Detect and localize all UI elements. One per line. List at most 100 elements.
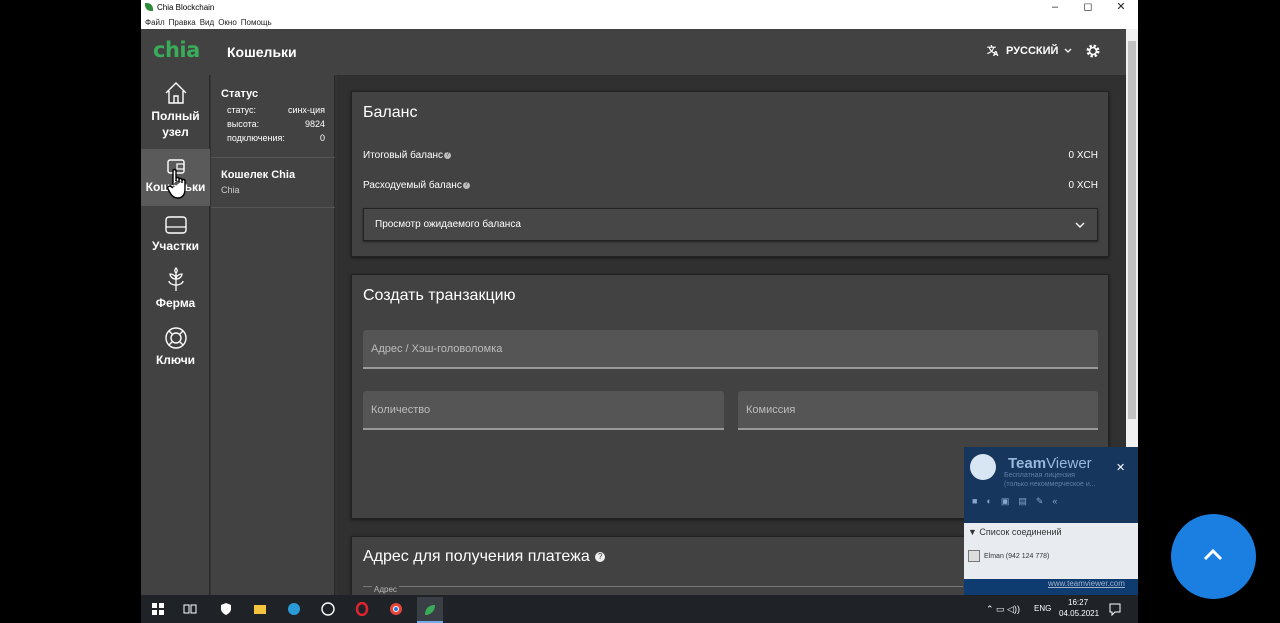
nav-label: Ключи — [155, 353, 196, 367]
receive-title: Адрес для получения платежа ? — [363, 548, 606, 566]
svg-text:A: A — [993, 50, 999, 57]
chevron-down-icon — [1064, 48, 1072, 53]
chia-logo: chia — [153, 38, 200, 62]
translate-icon: 文A — [987, 44, 999, 57]
teamviewer-close-icon[interactable]: ✕ — [1116, 461, 1125, 474]
app-icon[interactable] — [321, 602, 335, 616]
fee-input[interactable]: Комиссия — [738, 391, 1098, 430]
help-icon[interactable]: ? — [595, 551, 606, 562]
divider — [211, 157, 335, 158]
teamviewer-header: TeamViewer Бесплатная лицензия (только не… — [964, 447, 1138, 523]
spendable-balance-row: Расходуемый баланс? 0 XCH — [363, 180, 1098, 191]
nav-farm[interactable]: Ферма — [141, 267, 210, 321]
chrome-browser-icon[interactable] — [389, 602, 403, 616]
language-label: РУССКИЙ — [1006, 44, 1059, 57]
sprout-icon — [167, 267, 184, 291]
clock-date[interactable]: 04.05.2021 — [1059, 609, 1099, 618]
app-header: chia Кошельки 文A РУССКИЙ — [141, 29, 1126, 75]
close-button[interactable]: ✕ — [1107, 0, 1135, 16]
input-language[interactable]: ENG — [1034, 604, 1051, 613]
nav-plots[interactable]: Участки — [141, 214, 210, 264]
teamviewer-toolbar[interactable]: ■◐▣▤✎« — [972, 496, 1066, 507]
divider — [211, 207, 335, 208]
home-icon — [165, 82, 186, 104]
amount-placeholder: Количество — [371, 404, 431, 416]
notifications-icon[interactable] — [1108, 602, 1122, 616]
chevron-up-icon — [1203, 548, 1223, 561]
nav-label: Ферма — [155, 296, 196, 310]
pending-balance-expander[interactable]: Просмотр ожидаемого баланса — [363, 208, 1098, 241]
teamviewer-connection-list: ▼ Список соединений Elman (942 124 778) — [964, 523, 1138, 579]
chevron-down-icon — [1075, 222, 1085, 228]
balance-title: Баланс — [363, 104, 418, 121]
pending-balance-label: Просмотр ожидаемого баланса — [375, 219, 521, 230]
taskbar-active-app[interactable] — [417, 597, 443, 623]
wallet-item-name[interactable]: Кошелек Chia — [221, 169, 295, 181]
teamviewer-panel: TeamViewer Бесплатная лицензия (только не… — [964, 447, 1138, 595]
file-explorer-icon[interactable] — [253, 602, 267, 616]
scroll-to-top-button[interactable] — [1171, 514, 1256, 599]
tray-icons[interactable]: ⌃ ▭ ◁)) — [986, 604, 1020, 615]
fee-placeholder: Комиссия — [746, 404, 796, 416]
balance-card: Баланс Итоговый баланс? 0 XCH Расходуемы… — [351, 91, 1109, 257]
total-balance-value: 0 XCH — [1068, 150, 1098, 161]
task-view-icon[interactable] — [183, 602, 197, 616]
amount-input[interactable]: Количество — [363, 391, 724, 430]
teamviewer-logo-icon — [970, 454, 996, 480]
teamviewer-link[interactable]: www.teamviewer.com — [1048, 579, 1125, 588]
app-window: Chia Blockchain – ◻ ✕ Файл Правка Вид Окно П… — [141, 0, 1138, 623]
connection-entry[interactable]: Elman (942 124 778) — [984, 553, 1049, 560]
nav-full-node[interactable]: Полный узел — [141, 80, 210, 142]
help-icon[interactable]: ? — [462, 181, 470, 189]
status-row: подключения: 0 — [227, 133, 325, 143]
gear-icon[interactable] — [1085, 43, 1101, 59]
nav-keys[interactable]: Ключи — [141, 326, 210, 380]
status-row: статус: синх-ция — [227, 105, 325, 115]
transaction-title: Создать транзакцию — [363, 287, 516, 304]
total-balance-label: Итоговый баланс — [363, 150, 444, 161]
chia-app-icon — [425, 605, 435, 615]
hdd-icon — [164, 216, 187, 234]
security-shield-icon[interactable] — [219, 602, 233, 616]
window-titlebar: Chia Blockchain – ◻ ✕ — [141, 0, 1138, 16]
status-heading: Статус — [221, 88, 259, 100]
address-placeholder: Адрес / Хэш-головоломка — [371, 343, 503, 355]
menu-view[interactable]: Вид — [200, 16, 214, 29]
vertical-scrollbar[interactable] — [1126, 29, 1138, 447]
menu-window[interactable]: Окно — [218, 16, 237, 29]
windows-taskbar: ⌃ ▭ ◁)) ENG 16:27 04.05.2021 — [141, 595, 1138, 623]
user-icon — [968, 550, 980, 562]
menu-file[interactable]: Файл — [145, 16, 165, 29]
chia-leaf-icon — [145, 3, 153, 11]
sidebar-nav: Полный узел Кошельки Участки Ферма Ключи — [141, 75, 210, 595]
address-field-label: Адрес — [372, 585, 399, 594]
scrollbar-thumb[interactable] — [1128, 41, 1136, 419]
lifebuoy-icon — [164, 327, 187, 349]
wallet-item-type: Chia — [221, 185, 240, 195]
address-field-outline — [363, 586, 963, 587]
teamviewer-license: Бесплатная лицензия (только некоммерческо… — [1004, 472, 1096, 488]
nav-label: Участки — [151, 239, 200, 253]
language-selector[interactable]: 文A РУССКИЙ — [987, 44, 1072, 57]
menu-help[interactable]: Помощь — [241, 16, 272, 29]
connection-list-title: ▼ Список соединений — [968, 527, 1062, 537]
teamviewer-name: TeamViewer — [1008, 455, 1092, 472]
page-title: Кошельки — [227, 44, 297, 60]
wallet-list: Статус статус: синх-ция высота: 9824 подкл… — [211, 75, 335, 595]
status-row: высота: 9824 — [227, 119, 325, 129]
total-balance-row: Итоговый баланс? 0 XCH — [363, 150, 1098, 161]
maximize-button[interactable]: ◻ — [1074, 0, 1102, 16]
hand-cursor-icon — [167, 168, 186, 199]
clock-time[interactable]: 16:27 — [1068, 598, 1088, 607]
menubar: Файл Правка Вид Окно Помощь — [141, 16, 1138, 29]
windows-start-icon[interactable] — [151, 602, 165, 616]
spendable-balance-value: 0 XCH — [1068, 180, 1098, 191]
minimize-button[interactable]: – — [1041, 0, 1069, 16]
address-input[interactable]: Адрес / Хэш-головоломка — [363, 330, 1098, 369]
help-icon[interactable]: ? — [444, 151, 452, 159]
edge-browser-icon[interactable] — [287, 602, 301, 616]
menu-edit[interactable]: Правка — [169, 16, 196, 29]
opera-browser-icon[interactable] — [355, 602, 369, 616]
nav-label: Полный узел — [151, 109, 200, 139]
window-title: Chia Blockchain — [157, 3, 215, 12]
